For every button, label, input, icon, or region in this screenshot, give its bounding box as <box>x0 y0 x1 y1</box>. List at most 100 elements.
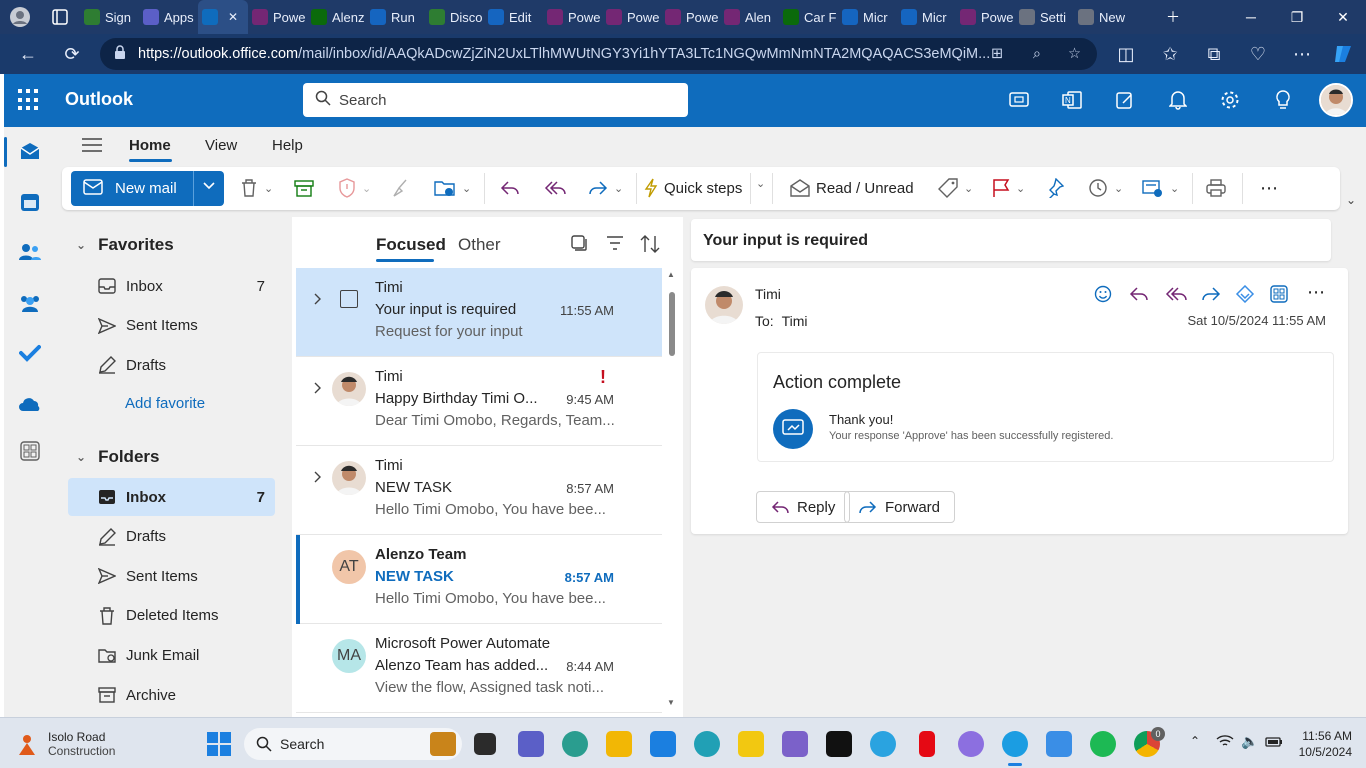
folder-item-deleted-items[interactable]: Deleted Items <box>68 597 275 635</box>
scrollbar-thumb[interactable] <box>669 292 675 356</box>
delete-button[interactable]: ⌄ <box>240 175 273 201</box>
scroll-up-icon[interactable]: ▲ <box>667 270 675 279</box>
sort-icon[interactable] <box>640 234 662 257</box>
browser-tab[interactable]: Micr <box>838 0 897 34</box>
folder-item-inbox[interactable]: Inbox 7 <box>68 478 275 516</box>
microsoft-store-icon[interactable] <box>650 731 676 757</box>
onenote-icon[interactable]: N <box>1059 87 1085 113</box>
clock-time[interactable]: 11:56 AM <box>1296 729 1352 743</box>
forward-button[interactable]: ⌄ <box>588 175 623 201</box>
message-more-icon[interactable]: ⋯ <box>1307 282 1325 303</box>
reply-all-icon[interactable] <box>1165 286 1187 305</box>
favorites-icon[interactable]: ✩ <box>1152 36 1188 72</box>
quick-steps-dropdown[interactable]: ⌄ <box>756 177 765 190</box>
split-screen-icon[interactable]: ◫ <box>1108 36 1144 72</box>
message-row[interactable]: Timi Happy Birthday Timi O... 9:45 AM Dear … <box>296 357 662 446</box>
collections-icon[interactable]: ⧉ <box>1196 36 1232 72</box>
meet-now-icon[interactable] <box>1006 87 1032 113</box>
print-button[interactable] <box>1206 175 1226 201</box>
app-launcher-icon[interactable] <box>18 89 40 111</box>
tips-lightbulb-icon[interactable] <box>1270 87 1296 113</box>
wifi-icon[interactable] <box>1216 734 1234 751</box>
browser-tab[interactable]: Disco <box>425 0 484 34</box>
refresh-button[interactable]: ⟳ <box>54 36 90 72</box>
favorite-star-icon[interactable]: ☆ <box>1068 46 1081 62</box>
categorize-button[interactable]: ⌄ <box>938 175 973 201</box>
url-field[interactable]: https://outlook.office.com/mail/inbox/id… <box>100 38 1097 70</box>
browser-tab[interactable]: Powe <box>602 0 661 34</box>
emoji-react-icon[interactable] <box>1094 285 1112 306</box>
expand-thread-icon[interactable] <box>314 292 322 308</box>
message-row[interactable]: MA Microsoft Power Automate Alenzo Team ha… <box>296 624 662 713</box>
telegram-icon[interactable] <box>870 731 896 757</box>
close-tab-icon[interactable]: ✕ <box>228 10 238 24</box>
tab-home[interactable]: Home <box>129 137 171 154</box>
chevron-down-icon[interactable] <box>202 179 216 196</box>
power-bi-icon[interactable] <box>738 731 764 757</box>
reply-icon[interactable] <box>1129 286 1149 305</box>
file-explorer-icon[interactable] <box>606 731 632 757</box>
browser-tab[interactable]: ✕ <box>198 0 248 34</box>
netflix-icon[interactable] <box>919 731 935 757</box>
copilot-icon[interactable] <box>1326 36 1362 72</box>
browser-tab[interactable]: Powe <box>543 0 602 34</box>
more-options-button[interactable]: ⋯ <box>1260 175 1279 201</box>
edge-icon[interactable] <box>1002 731 1028 757</box>
browser-tab[interactable]: Run <box>366 0 425 34</box>
folder-item-archive[interactable]: Archive <box>68 676 275 714</box>
flag-button[interactable]: ⌄ <box>992 175 1025 201</box>
loop-icon[interactable] <box>1235 284 1255 306</box>
move-to-button[interactable]: ⌄ <box>434 175 471 201</box>
recipient-name[interactable]: Timi <box>782 313 808 329</box>
start-button[interactable] <box>207 732 231 756</box>
browser-essentials-icon[interactable]: ♡ <box>1240 36 1276 72</box>
forward-button[interactable]: Forward <box>844 491 956 523</box>
reply-all-button[interactable] <box>544 175 568 201</box>
reply-button[interactable] <box>500 175 520 201</box>
expand-thread-icon[interactable] <box>314 381 322 397</box>
search-box[interactable]: Search <box>303 83 688 117</box>
folder-item-sent-items[interactable]: Sent Items <box>68 307 275 345</box>
tab-focused[interactable]: Focused <box>376 235 446 255</box>
photos-icon[interactable] <box>1046 731 1072 757</box>
reply-button[interactable]: Reply <box>756 491 851 523</box>
notifications-bell-icon[interactable] <box>1165 87 1191 113</box>
message-list-scrollbar[interactable]: ▲ ▼ <box>666 270 680 713</box>
quick-steps-button[interactable]: Quick steps <box>644 175 742 201</box>
tab-actions-icon[interactable] <box>40 0 80 35</box>
edge-beta-icon[interactable] <box>562 731 588 757</box>
calendar-icon[interactable] <box>18 190 42 214</box>
folder-item-junk-email[interactable]: Junk Email <box>68 636 275 674</box>
pin-button[interactable] <box>1044 175 1064 201</box>
clipboard-app-icon[interactable] <box>782 731 808 757</box>
browser-tab[interactable]: Micr <box>897 0 956 34</box>
battery-icon[interactable] <box>1265 735 1283 751</box>
browser-tab[interactable]: Sign <box>80 0 139 34</box>
clipchamp-icon[interactable] <box>518 731 544 757</box>
sender-name[interactable]: Timi <box>755 286 781 302</box>
onedrive-icon[interactable] <box>18 392 42 416</box>
settings-more-icon[interactable]: ⋯ <box>1284 36 1320 72</box>
more-apps-icon[interactable] <box>18 439 42 463</box>
browser-tab[interactable]: Alenz <box>307 0 366 34</box>
edge-dev-icon[interactable] <box>694 731 720 757</box>
expand-thread-icon[interactable] <box>314 470 322 486</box>
rules-button[interactable]: ⌄ <box>1142 175 1179 201</box>
browser-tab[interactable]: Alen <box>720 0 779 34</box>
capcut-icon[interactable] <box>826 731 852 757</box>
tab-other[interactable]: Other <box>458 235 501 255</box>
clock-date[interactable]: 10/5/2024 <box>1296 745 1352 759</box>
people-icon[interactable] <box>18 240 42 264</box>
my-day-icon[interactable] <box>1112 87 1138 113</box>
mail-icon[interactable] <box>18 139 42 163</box>
show-hidden-icons[interactable]: ⌃ <box>1190 734 1200 748</box>
tab-help[interactable]: Help <box>272 137 303 154</box>
apps-grid-icon[interactable] <box>1270 285 1288 306</box>
folder-item-sent-items[interactable]: Sent Items <box>68 557 275 595</box>
favorites-header[interactable]: ⌄ Favorites <box>76 235 174 255</box>
tab-view[interactable]: View <box>205 137 237 154</box>
forward-icon[interactable] <box>1201 286 1221 305</box>
copilot-app-icon[interactable] <box>958 731 984 757</box>
browser-tab[interactable]: Car F <box>779 0 838 34</box>
message-row[interactable]: Timi Your input is required 11:55 AM Reques… <box>296 268 662 357</box>
